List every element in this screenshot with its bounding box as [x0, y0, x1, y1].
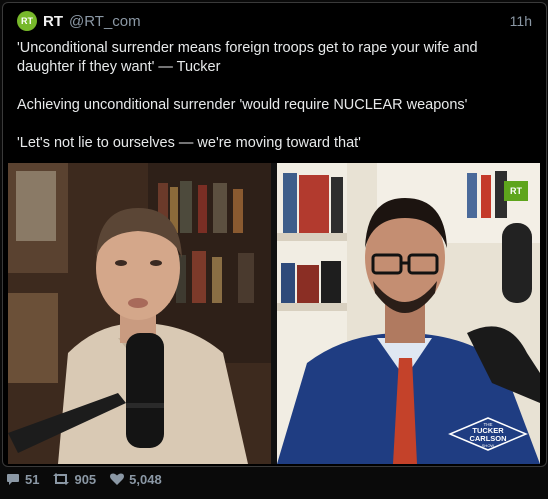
reply-count: 51 [25, 471, 40, 487]
video-panel-guest: RT THE TUCKER CARLSON SHOW [277, 163, 540, 464]
retweet-button[interactable]: 905 [53, 472, 96, 487]
show-logo-carlson: CARLSON [469, 434, 506, 443]
like-count: 5,048 [129, 471, 162, 487]
host-video-frame [8, 163, 271, 464]
rt-logo-badge: RT [504, 181, 528, 201]
tweet-timestamp[interactable]: 11h [510, 13, 532, 29]
retweet-icon [53, 473, 70, 485]
author-handle[interactable]: @RT_com [69, 13, 141, 30]
tweet-paragraph: 'Unconditional surrender means foreign t… [17, 40, 478, 75]
tweet-header: RT RT @RT_com [17, 11, 141, 31]
like-button[interactable]: 5,048 [110, 472, 162, 487]
retweet-count: 905 [74, 471, 97, 487]
video-panel-host [8, 163, 271, 464]
tweet-stats-bar: 51 905 5,048 [6, 470, 176, 488]
video-media[interactable]: RT THE TUCKER CARLSON SHOW [8, 163, 540, 464]
tweet-text: 'Unconditional surrender means foreign t… [17, 39, 527, 153]
reply-icon [7, 474, 19, 485]
tucker-carlson-show-logo: THE TUCKER CARLSON SHOW [448, 417, 528, 451]
tweet-card[interactable]: RT RT @RT_com 11h 'Unconditional surrend… [2, 2, 547, 467]
reply-button[interactable]: 51 [6, 472, 39, 487]
author-name[interactable]: RT [43, 13, 63, 30]
heart-icon [110, 473, 125, 485]
tweet-paragraph: 'Let's not lie to ourselves — we're movi… [17, 135, 361, 151]
show-logo-show: SHOW [482, 443, 495, 448]
avatar[interactable]: RT [17, 11, 37, 31]
tweet-paragraph: Achieving unconditional surrender 'would… [17, 97, 468, 113]
